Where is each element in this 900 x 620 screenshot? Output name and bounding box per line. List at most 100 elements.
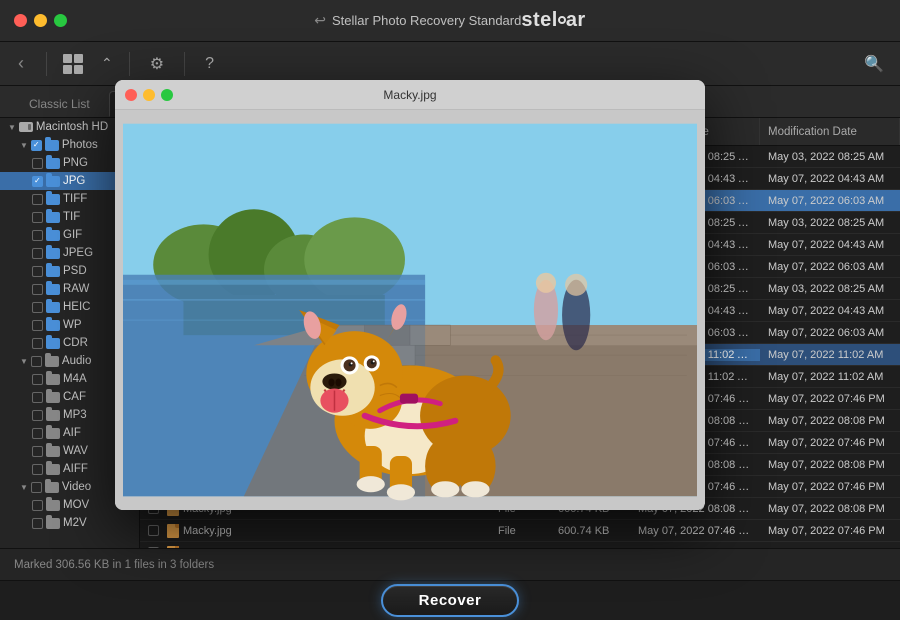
- jpeg-checkbox[interactable]: [32, 248, 43, 259]
- sidebar-label-tiff: TIFF: [63, 193, 87, 205]
- view-toggle-arrows[interactable]: ⌃: [101, 55, 113, 72]
- psd-checkbox[interactable]: [32, 266, 43, 277]
- folder-icon: [45, 140, 59, 151]
- preview-title-bar: Macky.jpg: [115, 80, 705, 110]
- brand-logo: stelar: [521, 9, 585, 32]
- m4a-checkbox[interactable]: [32, 374, 43, 385]
- traffic-lights: [14, 14, 67, 27]
- photos-checkbox[interactable]: [31, 140, 42, 151]
- td-modification: May 07, 2022 06:03 AM: [760, 195, 900, 207]
- preview-dialog[interactable]: Macky.jpg: [115, 80, 705, 510]
- wav-checkbox[interactable]: [32, 446, 43, 457]
- preview-minimize-button[interactable]: [143, 89, 155, 101]
- app-title: ↩ Stellar Photo Recovery Standard: [314, 12, 521, 29]
- tif-checkbox[interactable]: [32, 212, 43, 223]
- title-bar: ↩ Stellar Photo Recovery Standard stelar: [0, 0, 900, 42]
- preview-title-text: Macky.jpg: [383, 88, 436, 102]
- sidebar-label-m2v: M2V: [63, 517, 87, 529]
- folder-icon: [46, 266, 60, 277]
- td-modification: May 03, 2022 08:25 AM: [760, 217, 900, 229]
- search-button[interactable]: 🔍: [860, 50, 888, 78]
- close-button[interactable]: [14, 14, 27, 27]
- row-checkbox[interactable]: [148, 525, 159, 536]
- view-grid-button[interactable]: [63, 54, 83, 74]
- folder-icon: [46, 320, 60, 331]
- td-modification: May 07, 2022 07:46 PM: [760, 481, 900, 493]
- cdr-checkbox[interactable]: [32, 338, 43, 349]
- td-modification: May 07, 2022 06:03 AM: [760, 261, 900, 273]
- td-modification: May 07, 2022 08:08 PM: [760, 459, 900, 471]
- heic-checkbox[interactable]: [32, 302, 43, 313]
- aif-checkbox[interactable]: [32, 428, 43, 439]
- td-modification: May 07, 2022 07:46 PM: [760, 525, 900, 537]
- td-type: File: [490, 547, 550, 549]
- back-button[interactable]: ‹: [12, 49, 30, 78]
- wp-checkbox[interactable]: [32, 320, 43, 331]
- chevron-down-icon: [20, 141, 28, 150]
- row-checkbox[interactable]: [148, 547, 159, 548]
- sidebar-label-png: PNG: [63, 157, 88, 169]
- folder-icon: [46, 230, 60, 241]
- gif-checkbox[interactable]: [32, 230, 43, 241]
- sidebar-label-psd: PSD: [63, 265, 87, 277]
- folder-icon: [46, 194, 60, 205]
- preview-image: [123, 118, 697, 502]
- recover-button[interactable]: Recover: [381, 584, 520, 617]
- tiff-checkbox[interactable]: [32, 194, 43, 205]
- td-modification: May 03, 2022 08:25 AM: [760, 283, 900, 295]
- mov-checkbox[interactable]: [32, 500, 43, 511]
- sidebar-label-aiff: AIFF: [63, 463, 88, 475]
- file-icon: [167, 524, 179, 538]
- td-filename: Macky.jpg: [140, 546, 490, 549]
- td-modification: May 07, 2022 11:02 AM: [760, 371, 900, 383]
- sidebar-root-label: Macintosh HD: [36, 121, 108, 133]
- folder-icon: [46, 338, 60, 349]
- audio-checkbox[interactable]: [31, 356, 42, 367]
- mp3-checkbox[interactable]: [32, 410, 43, 421]
- td-modification: May 07, 2022 08:08 PM: [760, 547, 900, 549]
- video-checkbox[interactable]: [31, 482, 42, 493]
- minimize-button[interactable]: [34, 14, 47, 27]
- chevron-down-icon: [20, 357, 28, 366]
- folder-icon: [46, 464, 60, 475]
- sidebar-label-wp: WP: [63, 319, 82, 331]
- sidebar-label-jpg: JPG: [63, 175, 85, 187]
- th-modification[interactable]: Modification Date: [760, 118, 900, 145]
- sidebar-label-mov: MOV: [63, 499, 89, 511]
- toolbar-separator: [46, 52, 47, 76]
- table-row[interactable]: Macky.jpgFile600.74 KBMay 07, 2022 07:46…: [140, 520, 900, 542]
- sidebar-item-m2v[interactable]: M2V: [0, 514, 139, 532]
- td-modification: May 07, 2022 06:03 AM: [760, 327, 900, 339]
- caf-checkbox[interactable]: [32, 392, 43, 403]
- maximize-button[interactable]: [54, 14, 67, 27]
- file-icon: [167, 546, 179, 549]
- sidebar-label-mp3: MP3: [63, 409, 87, 421]
- preview-close-button[interactable]: [125, 89, 137, 101]
- settings-button[interactable]: ⚙: [146, 50, 168, 78]
- sidebar-label-tif: TIF: [63, 211, 80, 223]
- folder-icon: [46, 410, 60, 421]
- jpg-checkbox[interactable]: [32, 176, 43, 187]
- folder-icon: [46, 392, 60, 403]
- folder-icon: [46, 284, 60, 295]
- td-modification: May 07, 2022 08:08 PM: [760, 503, 900, 515]
- aiff-checkbox[interactable]: [32, 464, 43, 475]
- raw-checkbox[interactable]: [32, 284, 43, 295]
- toolbar-separator-3: [184, 52, 185, 76]
- td-creation: May 07, 2022 08:08 PM: [630, 547, 760, 549]
- tab-classic-list[interactable]: Classic List: [14, 91, 105, 117]
- folder-icon: [46, 302, 60, 313]
- td-size: 600.74 KB: [550, 547, 630, 549]
- sidebar-label-gif: GIF: [63, 229, 82, 241]
- folder-icon: [45, 356, 59, 367]
- preview-maximize-button[interactable]: [161, 89, 173, 101]
- preview-traffic-lights: [125, 89, 173, 101]
- folder-icon: [46, 248, 60, 259]
- td-modification: May 07, 2022 11:02 AM: [760, 349, 900, 361]
- table-row[interactable]: Macky.jpgFile600.74 KBMay 07, 2022 08:08…: [140, 542, 900, 548]
- td-modification: May 07, 2022 04:43 AM: [760, 173, 900, 185]
- m2v-checkbox[interactable]: [32, 518, 43, 529]
- td-modification: May 07, 2022 07:46 PM: [760, 437, 900, 449]
- help-button[interactable]: ?: [201, 51, 218, 77]
- png-checkbox[interactable]: [32, 158, 43, 169]
